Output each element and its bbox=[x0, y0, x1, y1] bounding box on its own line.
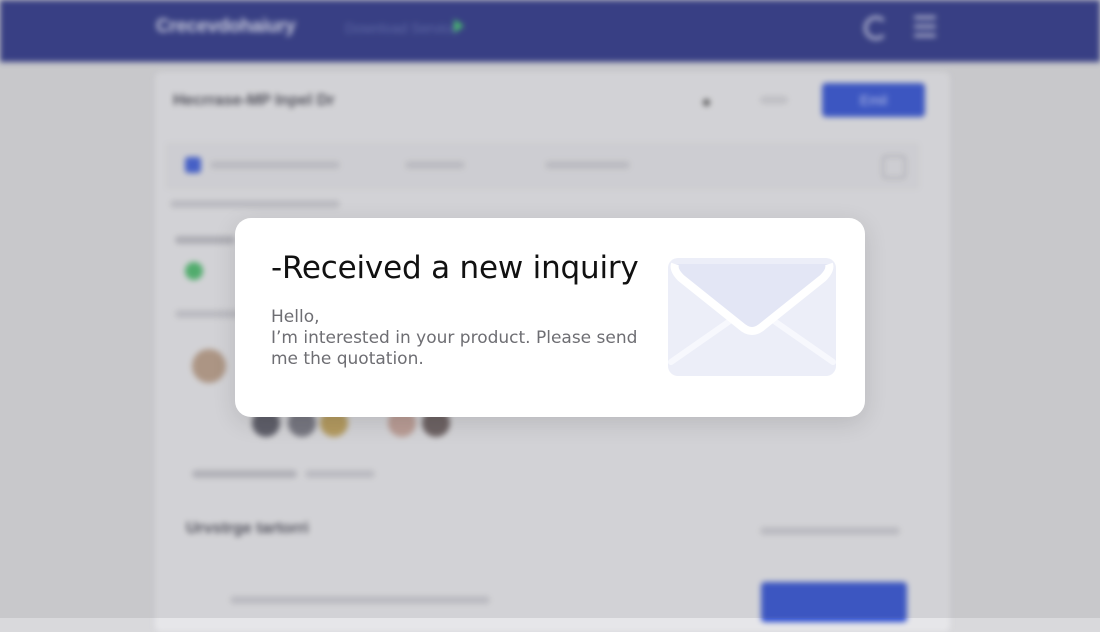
notification-message: Hello, I’m interested in your product. P… bbox=[271, 307, 651, 370]
envelope-icon bbox=[668, 258, 836, 376]
message-line: I’m interested in your product. Please s… bbox=[271, 328, 638, 348]
message-greeting: Hello, bbox=[271, 307, 320, 327]
notification-title: -Received a new inquiry bbox=[271, 250, 639, 286]
message-line: me the quotation. bbox=[271, 349, 424, 369]
inquiry-notification[interactable]: -Received a new inquiry Hello, I’m inter… bbox=[235, 218, 865, 417]
